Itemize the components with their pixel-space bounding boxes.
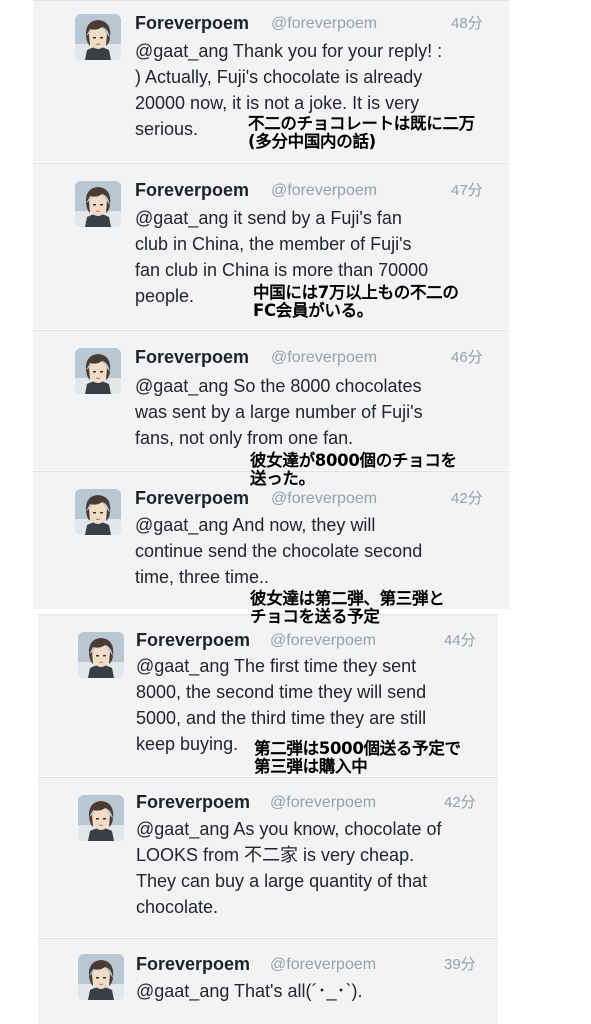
display-name[interactable]: Foreverpoem bbox=[136, 954, 250, 974]
tweet-time: 48分 bbox=[451, 15, 483, 32]
user-handle: @foreverpoem bbox=[270, 956, 377, 973]
tweet-card[interactable]: Foreverpoem @foreverpoem 42分 @gaat_ang A… bbox=[38, 777, 498, 937]
overlay-caption: 不二のチョコレートは既に二万 (多分中国内の話) bbox=[248, 114, 475, 151]
display-name[interactable]: Foreverpoem bbox=[135, 347, 249, 367]
tweet-time: 42分 bbox=[444, 794, 476, 811]
display-name[interactable]: Foreverpoem bbox=[135, 488, 249, 508]
overlay-caption: 彼女達が8000個のチョコを 送った。 bbox=[250, 451, 457, 488]
anime-character-avatar-icon bbox=[75, 489, 121, 535]
overlay-caption: 中国には7万以上もの不二の FC会員がいる。 bbox=[253, 283, 459, 320]
avatar[interactable] bbox=[78, 954, 124, 1000]
tweet-time: 42分 bbox=[451, 490, 483, 507]
display-name[interactable]: Foreverpoem bbox=[135, 180, 249, 200]
tweet-time: 47分 bbox=[451, 182, 483, 199]
user-handle: @foreverpoem bbox=[271, 490, 378, 507]
user-handle: @foreverpoem bbox=[271, 182, 378, 199]
avatar[interactable] bbox=[78, 795, 124, 841]
user-handle: @foreverpoem bbox=[270, 794, 377, 811]
user-handle: @foreverpoem bbox=[271, 15, 378, 32]
overlay-caption: 彼女達は第二弾、第三弾と チョコを送る予定 bbox=[250, 589, 445, 626]
anime-character-avatar-icon bbox=[75, 348, 121, 394]
tweet-card[interactable]: Foreverpoem @foreverpoem 46分 @gaat_ang S… bbox=[33, 330, 509, 470]
avatar[interactable] bbox=[78, 632, 124, 678]
user-handle: @foreverpoem bbox=[270, 632, 377, 649]
avatar[interactable] bbox=[75, 181, 121, 227]
anime-character-avatar-icon bbox=[78, 795, 124, 841]
tweet-time: 39分 bbox=[444, 956, 476, 973]
display-name[interactable]: Foreverpoem bbox=[136, 630, 250, 650]
anime-character-avatar-icon bbox=[78, 632, 124, 678]
display-name[interactable]: Foreverpoem bbox=[136, 792, 250, 812]
avatar[interactable] bbox=[75, 348, 121, 394]
tweet-time: 44分 bbox=[444, 632, 476, 649]
tweet-text: @gaat_ang So the 8000 chocolates was sen… bbox=[135, 376, 423, 448]
user-handle: @foreverpoem bbox=[271, 349, 378, 366]
tweet-card[interactable]: Foreverpoem @foreverpoem 39分 @gaat_ang T… bbox=[38, 938, 498, 1024]
tweet-text: @gaat_ang That's all(´･_･`). bbox=[136, 981, 363, 1001]
avatar[interactable] bbox=[75, 14, 121, 60]
tweet-time: 46分 bbox=[451, 349, 483, 366]
tweet-text: @gaat_ang And now, they will continue se… bbox=[135, 515, 423, 587]
tweet-text: @gaat_ang As you know, chocolate of LOOK… bbox=[136, 819, 442, 917]
anime-character-avatar-icon bbox=[78, 954, 124, 1000]
anime-character-avatar-icon bbox=[75, 181, 121, 227]
avatar[interactable] bbox=[75, 489, 121, 535]
overlay-caption: 第二弾は5000個送る予定で 第三弾は購入中 bbox=[254, 739, 461, 776]
anime-character-avatar-icon bbox=[75, 14, 121, 60]
display-name[interactable]: Foreverpoem bbox=[135, 13, 249, 33]
